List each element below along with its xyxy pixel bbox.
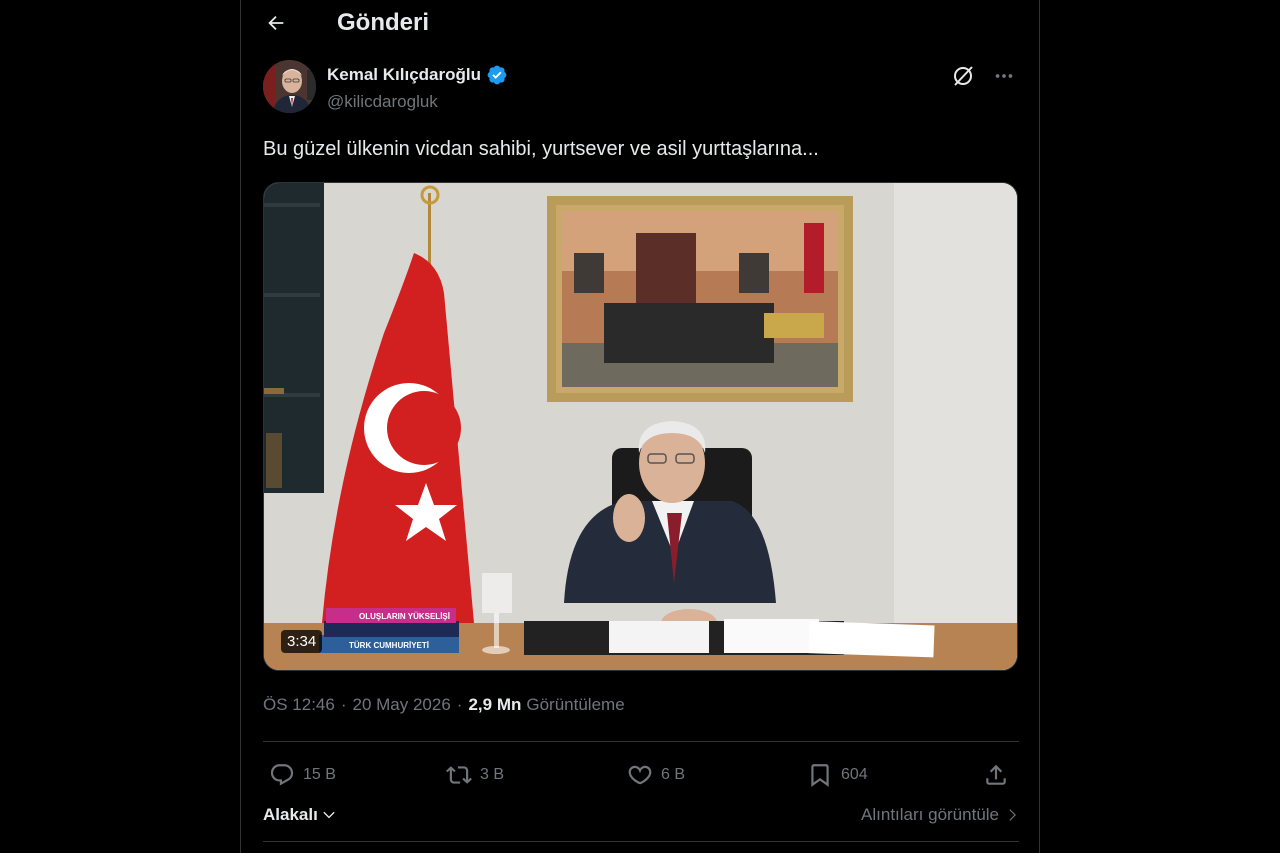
views-count: 2,9 Mn [468, 695, 522, 714]
grok-button[interactable] [949, 62, 977, 90]
action-bar: 15 B 3 B 6 B 604 [263, 757, 1019, 793]
like-count: 6 B [661, 766, 686, 783]
back-arrow-icon [268, 15, 284, 31]
post-time[interactable]: ÖS 12:46 [263, 695, 335, 715]
back-button[interactable] [259, 6, 293, 40]
reply-button[interactable]: 15 B [269, 757, 336, 793]
verified-badge-icon [487, 65, 507, 85]
view-quotes-link[interactable]: Alıntıları görüntüle [861, 805, 1019, 825]
bookmark-count: 604 [841, 766, 868, 783]
bookmark-icon [811, 764, 829, 787]
chevron-right-icon [1009, 809, 1016, 821]
post-meta: ÖS 12:46 · 20 May 2026 · 2,9 Mn Görüntül… [263, 695, 625, 715]
page-title: Gönderi [337, 9, 430, 36]
chevron-down-icon [323, 811, 335, 819]
repost-button[interactable]: 3 B [446, 757, 504, 793]
more-icon [995, 74, 1013, 78]
repost-icon [446, 766, 472, 784]
video-duration: 3:34 [281, 630, 323, 653]
divider [263, 741, 1019, 742]
share-button[interactable] [983, 757, 1009, 793]
display-name[interactable]: Kemal Kılıçdaroğlu [327, 65, 481, 85]
share-icon [986, 764, 1006, 785]
sort-label: Alakalı [263, 805, 318, 824]
replies-footer: Alakalı Alıntıları görüntüle [263, 800, 1019, 830]
meta-separator: · [340, 695, 347, 714]
post-date[interactable]: 20 May 2026 [353, 695, 451, 715]
user-handle[interactable]: @kilicdarogluk [327, 92, 438, 112]
avatar[interactable] [263, 60, 316, 113]
quotes-label: Alıntıları görüntüle [861, 805, 999, 824]
bookmark-button[interactable]: 604 [807, 757, 868, 793]
sort-dropdown[interactable]: Alakalı [263, 805, 337, 825]
meta-separator: · [456, 695, 463, 714]
repost-count: 3 B [480, 766, 505, 783]
like-button[interactable]: 6 B [627, 757, 685, 793]
book-title-bottom: TÜRK CUMHURİYETİ [349, 641, 429, 650]
video-player[interactable]: OLUŞLARIN YÜKSELİŞİ TÜRK CUMHURİYETİ 3:3… [263, 182, 1018, 671]
divider [263, 841, 1019, 842]
post-detail-column: Gönderi Kemal Kılıçdaroğlu @kilicdaroglu… [240, 0, 1040, 853]
book-title-top: OLUŞLARIN YÜKSELİŞİ [359, 612, 450, 621]
views-label: Görüntüleme [526, 695, 625, 714]
reply-count: 15 B [303, 766, 336, 783]
more-button[interactable] [989, 62, 1019, 90]
grok-icon [954, 66, 973, 86]
like-icon [628, 765, 652, 785]
post-author: Kemal Kılıçdaroğlu @kilicdarogluk [263, 60, 1019, 116]
reply-icon [270, 764, 294, 786]
video-thumbnail: OLUŞLARIN YÜKSELİŞİ TÜRK CUMHURİYETİ [264, 183, 1017, 670]
name-row: Kemal Kılıçdaroğlu [327, 64, 508, 86]
page-header: Gönderi [241, 0, 1041, 48]
post-text: Bu güzel ülkenin vicdan sahibi, yurtseve… [263, 138, 819, 160]
